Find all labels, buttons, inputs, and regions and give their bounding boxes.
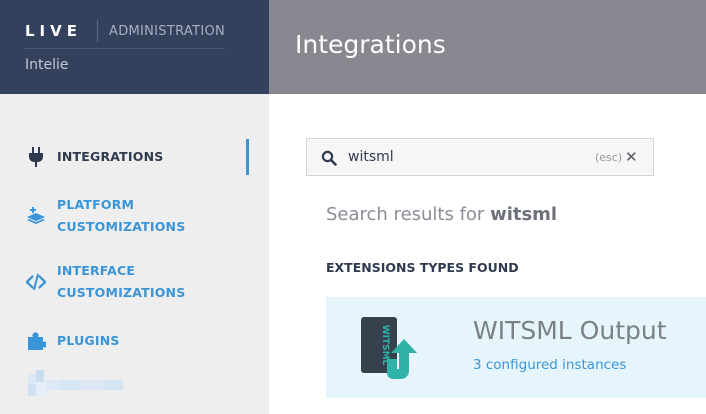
puzzle-icon xyxy=(26,331,46,351)
sidebar-item-platform-customizations[interactable]: PLATFORM CUSTOMIZATIONS xyxy=(26,194,185,238)
blurred-user-info xyxy=(28,370,123,396)
code-icon xyxy=(26,272,46,292)
sidebar-item-label: PLATFORM CUSTOMIZATIONS xyxy=(57,197,186,234)
search-box[interactable]: witsml (esc) ✕ xyxy=(306,138,654,176)
search-icon xyxy=(321,150,337,166)
sidebar-item-plugins[interactable]: PLUGINS xyxy=(26,330,120,352)
clear-search-button[interactable]: ✕ xyxy=(625,148,638,166)
active-indicator xyxy=(246,139,249,175)
sidebar-item-label: INTERFACE CUSTOMIZATIONS xyxy=(57,263,186,300)
page-title: Integrations xyxy=(295,30,446,59)
witsml-output-icon: WITSML xyxy=(359,317,421,379)
esc-hint: (esc) xyxy=(595,151,623,164)
result-card-witsml-output[interactable]: WITSML WITSML Output 3 configured instan… xyxy=(326,297,706,398)
search-results-heading: Search results for witsml xyxy=(326,204,558,225)
sidebar-item-label: PLUGINS xyxy=(57,333,120,348)
live-logo[interactable]: LIVE xyxy=(25,22,82,40)
sidebar: INTEGRATIONS PLATFORM CUSTOMIZATIONS INT… xyxy=(0,94,269,414)
configured-instances-link[interactable]: 3 configured instances xyxy=(473,357,626,373)
brand-divider xyxy=(97,20,98,42)
extensions-types-heading: EXTENSIONS TYPES FOUND xyxy=(326,260,519,275)
sidebar-item-integrations[interactable]: INTEGRATIONS xyxy=(26,146,163,168)
search-query: witsml xyxy=(490,204,558,225)
top-bar: Integrations xyxy=(269,0,706,94)
sidebar-item-interface-customizations[interactable]: INTERFACE CUSTOMIZATIONS xyxy=(26,260,185,304)
search-input[interactable]: witsml xyxy=(348,149,394,165)
brand-underline xyxy=(25,48,225,49)
plug-icon xyxy=(26,147,46,167)
organization-name: Intelie xyxy=(25,57,69,73)
result-title: WITSML Output xyxy=(473,316,667,345)
brand-header: LIVE ADMINISTRATION Intelie xyxy=(0,0,269,94)
sidebar-item-label: INTEGRATIONS xyxy=(57,149,164,164)
layers-icon xyxy=(26,206,46,226)
administration-label: ADMINISTRATION xyxy=(109,24,226,39)
